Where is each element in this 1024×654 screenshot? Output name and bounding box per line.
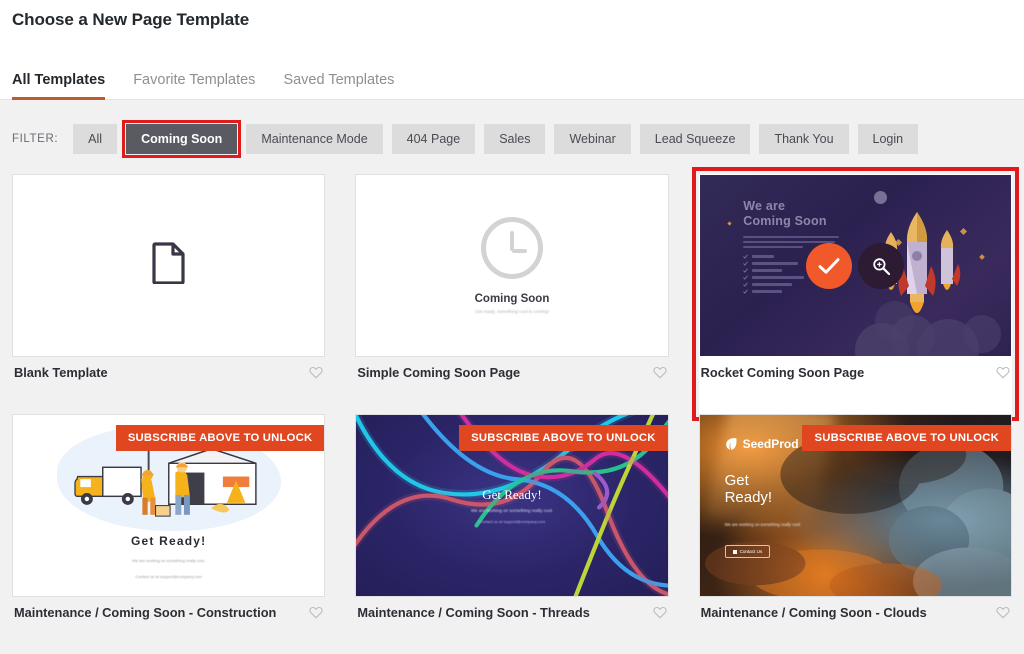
template-thumbnail[interactable]: SUBSCRIBE ABOVE TO UNLOCK: [12, 414, 326, 597]
magnifier-icon: [873, 257, 891, 275]
unlock-badge[interactable]: SUBSCRIBE ABOVE TO UNLOCK: [802, 425, 1011, 451]
filter-button-webinar[interactable]: Webinar: [554, 123, 631, 155]
template-thumbnail[interactable]: Coming Soon Get ready, something cool is…: [355, 174, 669, 357]
template-card-simple-coming-soon[interactable]: Coming Soon Get ready, something cool is…: [355, 174, 669, 414]
preview-heading-line2: Coming Soon: [743, 213, 827, 228]
preview-subtext: Get ready, something cool is coming!: [475, 309, 549, 314]
page-header: Choose a New Page Template: [0, 0, 1024, 30]
preview-subtext: We are working on something really cool.: [470, 508, 554, 514]
preview-subtext: We are working on something really cool.: [132, 557, 206, 563]
filter-coming-soon-wrap: Coming Soon: [122, 119, 242, 159]
filter-bar: FILTER: All Coming Soon Maintenance Mode…: [0, 100, 1024, 174]
preview-heading: Coming Soon: [474, 293, 550, 305]
seedprod-leaf-icon: [725, 437, 737, 450]
filter-label: FILTER:: [12, 133, 59, 145]
filter-button-thank-you[interactable]: Thank You: [759, 123, 849, 155]
tab-saved-templates[interactable]: Saved Templates: [283, 72, 394, 99]
template-thumbnail[interactable]: [12, 174, 326, 357]
filter-thank-you-wrap: Thank You: [759, 123, 849, 155]
filter-webinar-wrap: Webinar: [554, 123, 631, 155]
brand-name: SeedProd: [742, 436, 799, 451]
template-tabs: All Templates Favorite Templates Saved T…: [0, 52, 1024, 100]
filter-button-maintenance-mode[interactable]: Maintenance Mode: [246, 123, 383, 155]
star-decoration: [727, 221, 732, 226]
preview-subtext: We are working on something really cool.: [724, 521, 802, 527]
preview-heading-line2: Ready!: [724, 488, 773, 506]
unlock-badge[interactable]: SUBSCRIBE ABOVE TO UNLOCK: [115, 425, 325, 451]
preview-heading: Get Ready!: [130, 534, 207, 549]
threads-preview-text: Get Ready! We are working on something r…: [356, 487, 667, 524]
card-footer: Maintenance / Coming Soon - Threads: [355, 597, 668, 632]
filter-maintenance-wrap: Maintenance Mode: [246, 123, 383, 155]
template-thumbnail[interactable]: We are Coming Soon: [698, 174, 1012, 357]
document-icon: [152, 242, 186, 289]
favorite-heart-icon[interactable]: [996, 366, 1010, 380]
rocket-preview: We are Coming Soon: [699, 175, 1011, 356]
clock-icon: [480, 217, 543, 279]
filter-sales-wrap: Sales: [484, 123, 546, 155]
template-card-clouds[interactable]: SUBSCRIBE ABOVE TO UNLOCK SeedProd Get R…: [698, 414, 1012, 654]
filter-lead-squeeze-wrap: Lead Squeeze: [639, 123, 751, 155]
card-footer: Simple Coming Soon Page: [355, 357, 668, 392]
template-hover-actions: [806, 242, 905, 289]
preview-heading-line1: We are: [743, 198, 786, 213]
unlock-badge[interactable]: SUBSCRIBE ABOVE TO UNLOCK: [459, 425, 668, 451]
favorite-heart-icon[interactable]: [653, 366, 667, 380]
template-title: Rocket Coming Soon Page: [700, 365, 865, 380]
template-thumbnail[interactable]: SUBSCRIBE ABOVE TO UNLOCK: [355, 414, 669, 597]
filter-button-404-page[interactable]: 404 Page: [391, 123, 476, 155]
filter-button-coming-soon[interactable]: Coming Soon: [126, 123, 238, 155]
preview-contact-button[interactable]: Contact Us: [724, 545, 771, 559]
clouds-preview-heading: Get Ready!: [724, 471, 773, 507]
envelope-icon: [732, 549, 737, 554]
preview-heading: Get Ready!: [482, 487, 542, 503]
apply-template-button[interactable]: [806, 242, 853, 289]
simple-coming-soon-preview: Coming Soon Get ready, something cool is…: [356, 175, 667, 356]
template-card-threads[interactable]: SUBSCRIBE ABOVE TO UNLOCK Get Ready! We …: [355, 414, 669, 654]
card-footer: Rocket Coming Soon Page: [699, 357, 1012, 392]
filter-button-lead-squeeze[interactable]: Lead Squeeze: [639, 123, 751, 155]
filter-404-wrap: 404 Page: [391, 123, 476, 155]
card-footer: Blank Template: [12, 357, 325, 392]
filter-all-wrap: All: [73, 123, 118, 155]
template-title: Simple Coming Soon Page: [357, 365, 521, 380]
blank-preview: [13, 175, 324, 356]
card-footer: Maintenance / Coming Soon - Clouds: [699, 597, 1012, 632]
template-title: Maintenance / Coming Soon - Clouds: [700, 605, 927, 620]
filter-login-wrap: Login: [857, 123, 919, 155]
filter-button-login[interactable]: Login: [857, 123, 919, 155]
preview-heading-line1: Get: [724, 471, 749, 489]
template-title: Maintenance / Coming Soon - Construction: [14, 605, 277, 620]
card-footer: Maintenance / Coming Soon - Construction: [12, 597, 325, 632]
template-title: Maintenance / Coming Soon - Threads: [357, 605, 590, 620]
favorite-heart-icon[interactable]: [996, 606, 1010, 620]
favorite-heart-icon[interactable]: [309, 606, 323, 620]
tab-all-templates[interactable]: All Templates: [12, 72, 106, 100]
template-grid: Blank Template Coming Soon Get ready, so…: [0, 167, 1024, 654]
preview-subtext-2: Contact us at support@company.com: [135, 574, 202, 580]
moon-decoration: [874, 191, 887, 205]
template-thumbnail[interactable]: SUBSCRIBE ABOVE TO UNLOCK: [698, 414, 1012, 597]
template-title: Blank Template: [14, 365, 108, 380]
template-card-construction[interactable]: SUBSCRIBE ABOVE TO UNLOCK Get Ready! We …: [12, 414, 326, 654]
template-card-blank[interactable]: Blank Template: [12, 174, 326, 414]
tab-favorite-templates[interactable]: Favorite Templates: [133, 72, 255, 99]
preview-subtext-2: Contact us at support@company.com: [478, 519, 546, 525]
page-title: Choose a New Page Template: [12, 10, 250, 29]
favorite-heart-icon[interactable]: [653, 606, 667, 620]
smoke-clouds: [854, 283, 1005, 356]
brand-logo: SeedProd: [725, 437, 799, 451]
filter-button-all[interactable]: All: [73, 123, 118, 155]
filter-button-sales[interactable]: Sales: [484, 123, 546, 155]
preview-template-button[interactable]: [858, 242, 905, 289]
template-card-rocket-coming-soon[interactable]: We are Coming Soon Rocket Coming Soon Pa…: [691, 167, 1020, 421]
preview-contact-button-label: Contact Us: [739, 549, 763, 555]
favorite-heart-icon[interactable]: [309, 366, 323, 380]
